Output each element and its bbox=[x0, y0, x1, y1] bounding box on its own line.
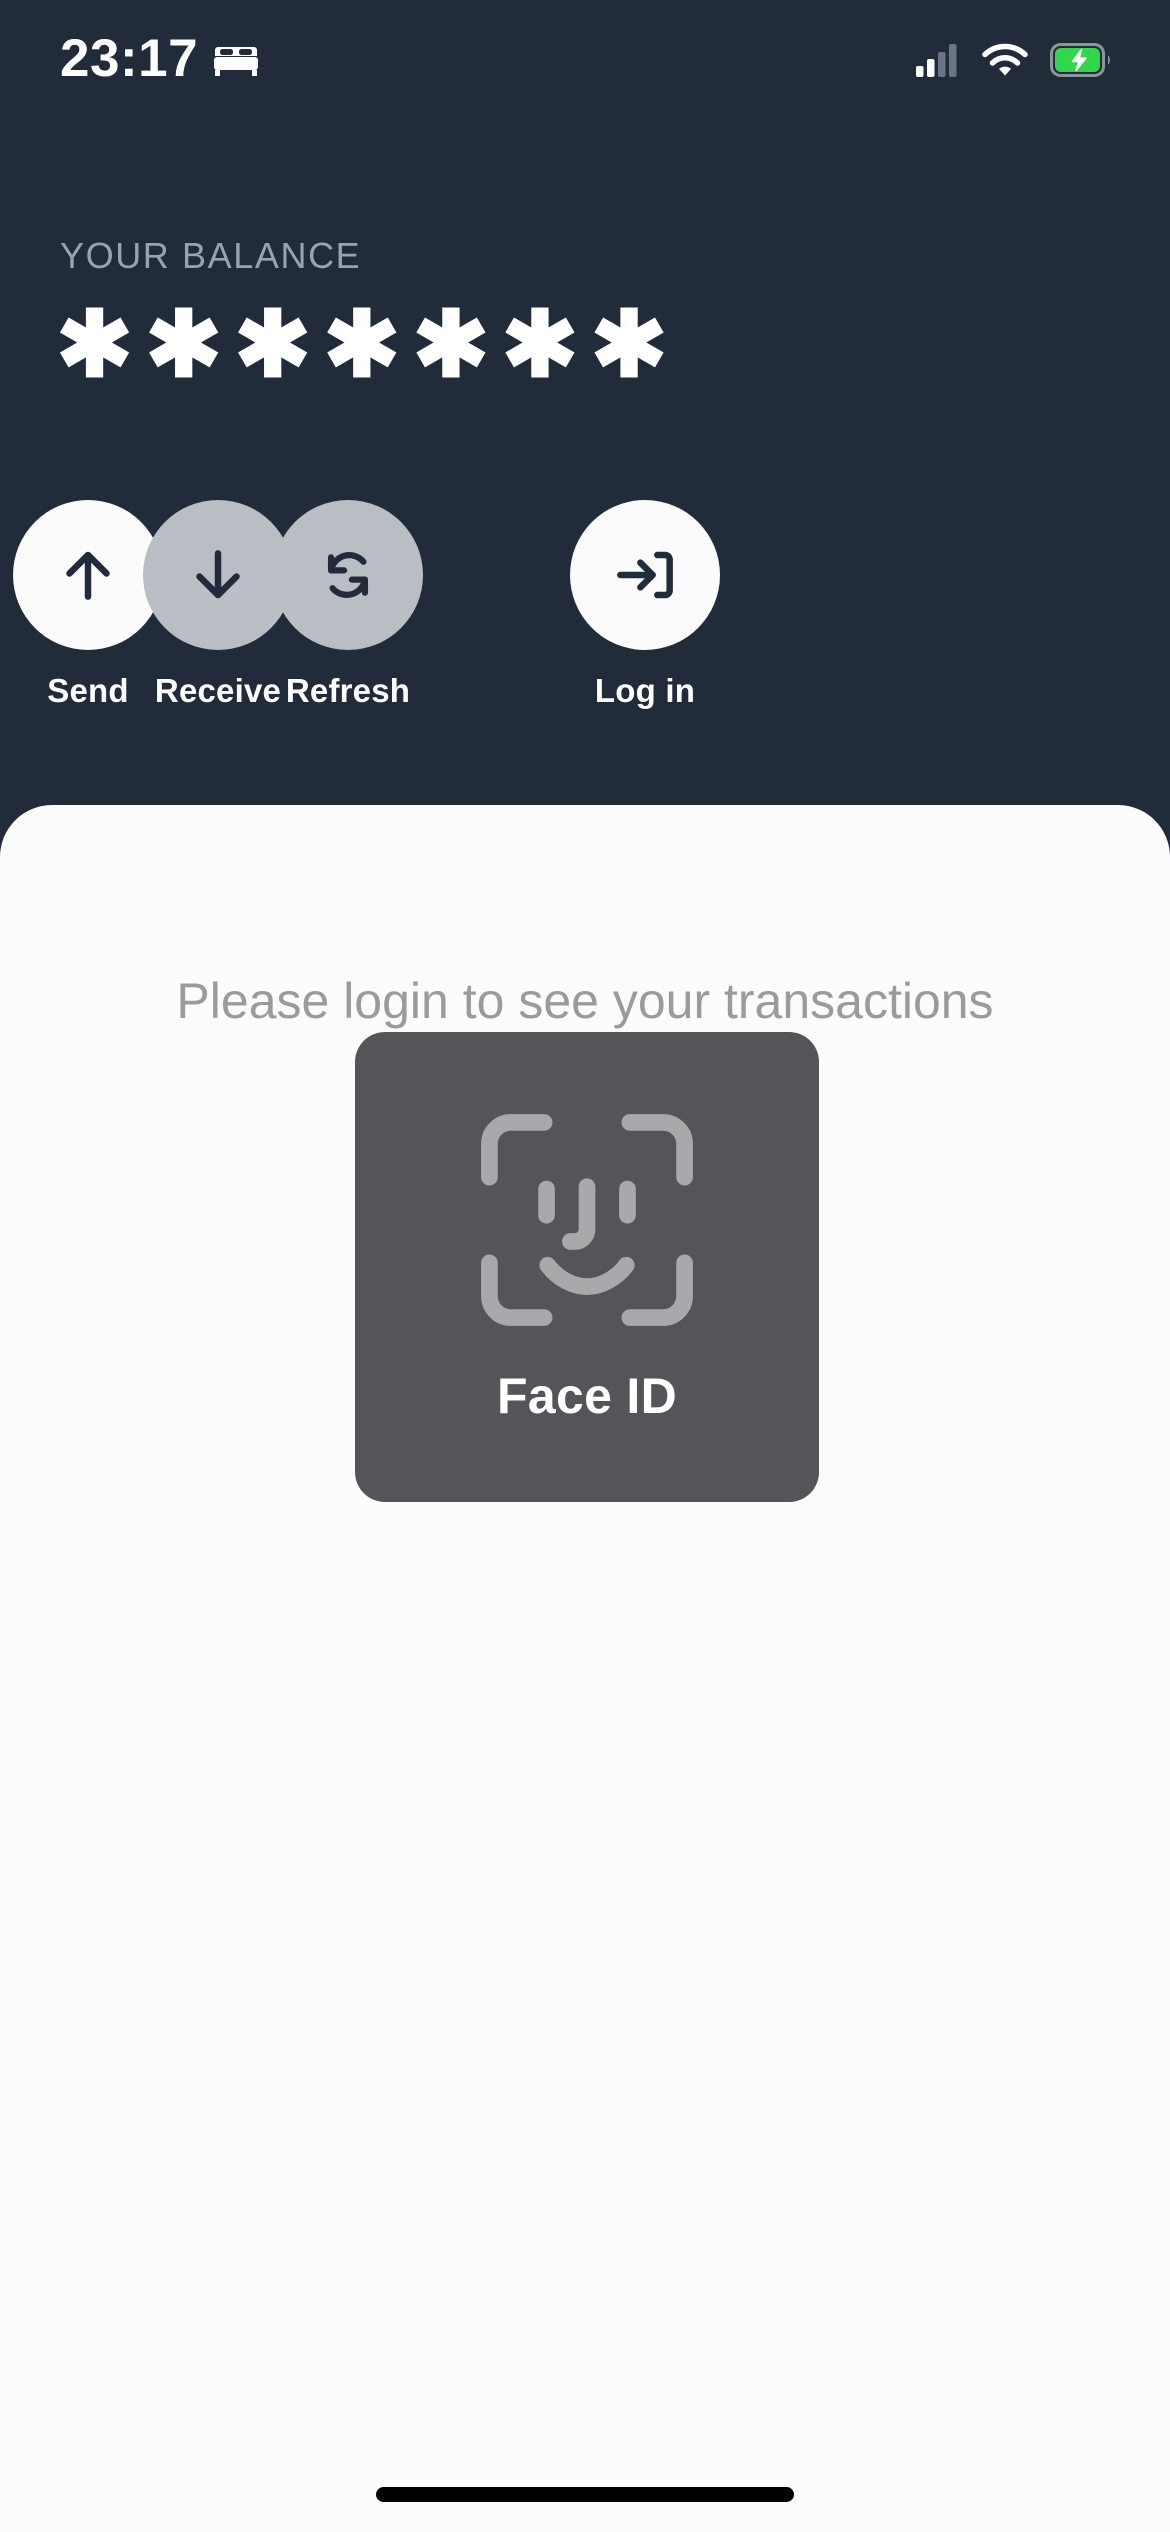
arrow-down-icon bbox=[196, 550, 240, 599]
bed-icon bbox=[214, 47, 259, 76]
status-bar-right bbox=[916, 42, 1112, 78]
status-bar: 23:17 bbox=[0, 0, 1170, 120]
balance-value-masked: ✱✱✱✱✱✱✱ bbox=[56, 294, 680, 396]
refresh-button-circle[interactable] bbox=[273, 500, 423, 650]
face-id-icon bbox=[481, 1114, 693, 1326]
wifi-icon bbox=[982, 43, 1028, 76]
home-indicator[interactable] bbox=[376, 2487, 794, 2502]
battery-charging-icon bbox=[1050, 43, 1110, 77]
login-arrow-icon bbox=[617, 551, 673, 599]
face-id-label: Face ID bbox=[497, 1368, 677, 1424]
balance-label: YOUR BALANCE bbox=[60, 235, 362, 276]
refresh-button[interactable]: Refresh bbox=[268, 500, 428, 710]
receive-button-label: Receive bbox=[154, 672, 282, 709]
arrow-up-icon bbox=[66, 551, 110, 600]
cellular-signal-icon bbox=[916, 44, 957, 77]
login-button-label: Log in bbox=[594, 672, 696, 709]
status-bar-clock: 23:17 bbox=[60, 28, 199, 88]
login-button[interactable]: Log in bbox=[565, 500, 725, 710]
refresh-icon bbox=[327, 552, 369, 598]
phone-screen: 23:17 YOUR BALANCE ✱✱✱✱✱✱✱ Send Receive … bbox=[0, 0, 1170, 2532]
face-id-modal[interactable]: Face ID bbox=[355, 1032, 819, 1502]
status-bar-left: 23:17 bbox=[60, 32, 259, 85]
refresh-button-label: Refresh bbox=[285, 672, 411, 709]
quick-actions-row: Send Receive Refresh Log in bbox=[0, 500, 1170, 750]
balance-header: YOUR BALANCE ✱✱✱✱✱✱✱ Send Receive Refres… bbox=[0, 120, 1170, 810]
send-button-label: Send bbox=[47, 672, 129, 709]
login-button-circle[interactable] bbox=[570, 500, 720, 650]
